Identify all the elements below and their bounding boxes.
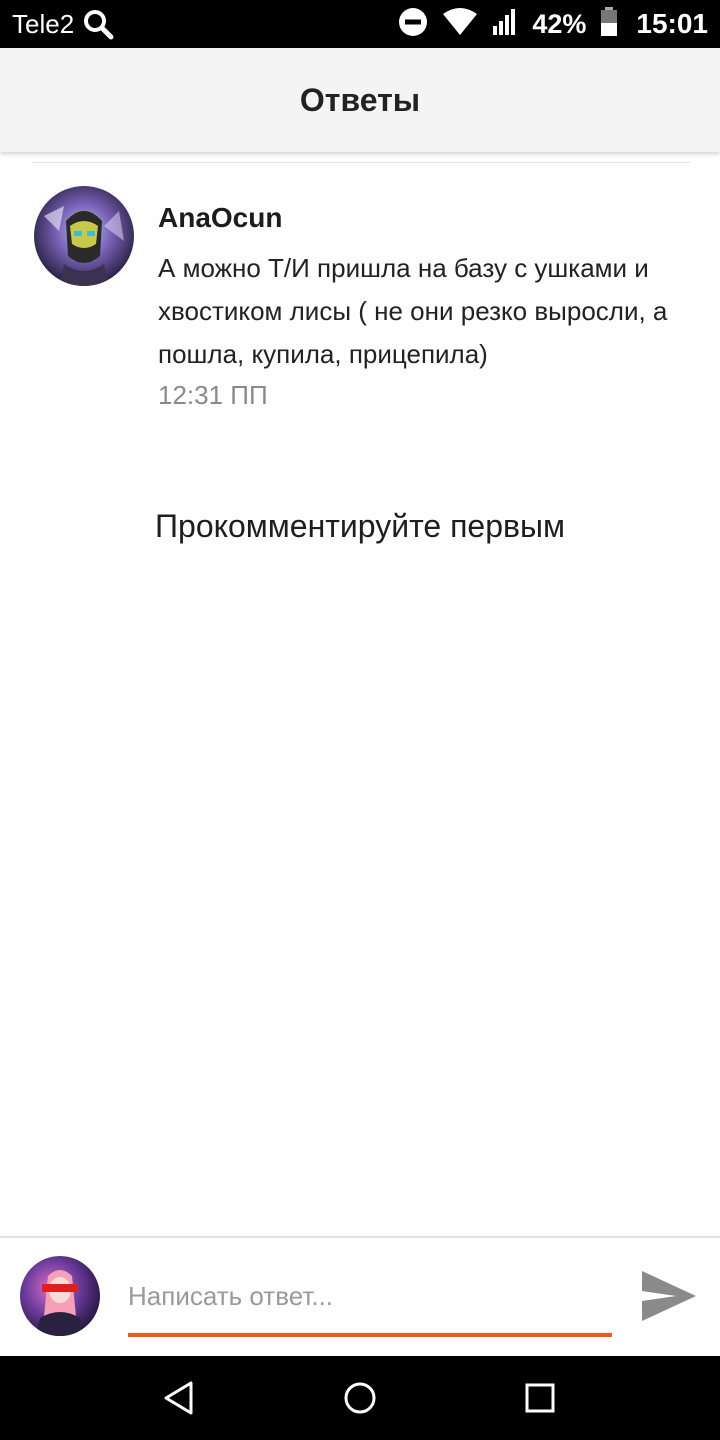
system-nav-bar — [0, 1356, 720, 1440]
wifi-icon — [442, 7, 478, 41]
send-button[interactable] — [640, 1268, 698, 1324]
comment-author[interactable]: AnaOcun — [158, 200, 698, 236]
search-icon — [82, 8, 114, 40]
recents-icon — [525, 1383, 555, 1413]
signal-icon — [492, 8, 518, 41]
comment-body: AnaOcun А можно Т/И пришла на базу с ушк… — [158, 200, 698, 412]
status-bar: Tele2 42% 15:01 — [0, 0, 720, 48]
comment-text: А можно Т/И пришла на базу с ушками и хв… — [158, 253, 668, 369]
empty-replies-message: Прокомментируйте первым — [155, 508, 565, 544]
reply-bar — [0, 1238, 720, 1356]
app-header: Ответы — [0, 48, 720, 152]
divider — [32, 162, 690, 163]
user-avatar — [20, 1256, 100, 1336]
status-clock: 15:01 — [636, 8, 708, 39]
home-icon — [344, 1382, 376, 1414]
back-button[interactable] — [160, 1378, 200, 1418]
home-button[interactable] — [340, 1378, 380, 1418]
recents-button[interactable] — [520, 1378, 560, 1418]
reply-input-underline — [128, 1333, 612, 1337]
back-icon — [164, 1381, 193, 1415]
send-icon — [642, 1271, 696, 1321]
reply-input[interactable] — [128, 1268, 612, 1324]
battery-icon — [600, 6, 618, 42]
comment-timestamp: 12:31 ПП — [158, 380, 268, 410]
carrier-label: Tele2 — [12, 8, 75, 39]
do-not-disturb-icon — [398, 7, 428, 42]
avatar[interactable] — [34, 186, 134, 286]
page-title: Ответы — [299, 81, 421, 118]
battery-percent: 42% — [532, 8, 587, 39]
